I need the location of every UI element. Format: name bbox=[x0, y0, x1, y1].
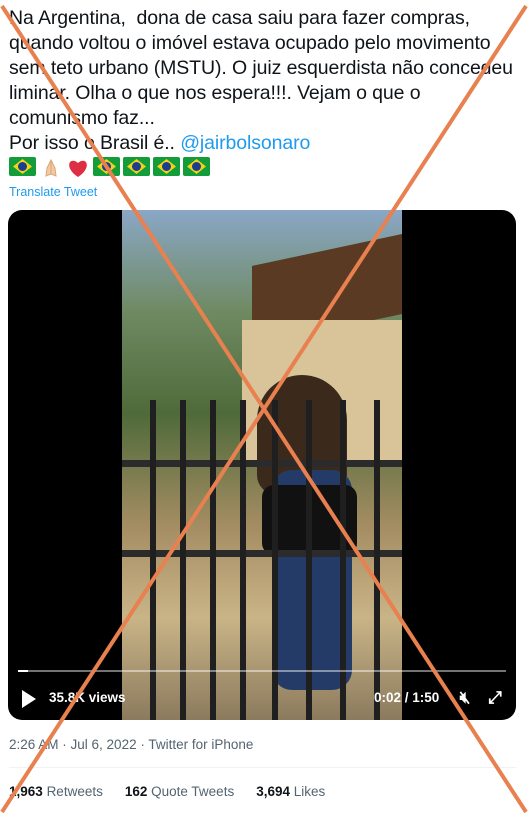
brazil-flag-icon bbox=[93, 157, 120, 176]
quotes-count: 162 bbox=[124, 784, 148, 799]
separator: · bbox=[136, 737, 149, 752]
likes-label: Likes bbox=[293, 784, 326, 799]
likes-count: 3,694 bbox=[256, 784, 290, 799]
video-progress-bar[interactable] bbox=[18, 670, 506, 672]
view-count: 35.8K views bbox=[49, 690, 126, 705]
quotes-label: Quote Tweets bbox=[151, 784, 235, 799]
retweets-count: 1,963 bbox=[9, 784, 43, 799]
video-time: 0:02 / 1:50 bbox=[374, 690, 440, 705]
translate-tweet-link[interactable]: Translate Tweet bbox=[9, 185, 97, 199]
mention-link[interactable]: @jairbolsonaro bbox=[180, 132, 310, 154]
brazil-flag-icon bbox=[123, 157, 150, 176]
red-heart-icon bbox=[66, 157, 90, 179]
video-controls: 35.8K views 0:02 / 1:50 🔇︎ ⤢ bbox=[8, 684, 516, 714]
brazil-flag-icon bbox=[153, 157, 180, 176]
brazil-flag-icon bbox=[9, 157, 36, 176]
fullscreen-icon[interactable]: ⤢ bbox=[484, 687, 506, 709]
tweet-date[interactable]: Jul 6, 2022 bbox=[71, 737, 137, 752]
quote-tweets-stat[interactable]: 162 Quote Tweets bbox=[125, 784, 234, 799]
tweet-source: Twitter for iPhone bbox=[148, 737, 254, 752]
tweet-text: Na Argentina, dona de casa saiu para faz… bbox=[9, 6, 521, 156]
mute-icon[interactable]: 🔇︎ bbox=[454, 687, 476, 709]
retweets-stat[interactable]: 1,963 Retweets bbox=[9, 784, 103, 799]
tweet-meta: 2:26 AM · Jul 6, 2022 · Twitter for iPho… bbox=[9, 737, 253, 752]
tweet-time[interactable]: 2:26 AM bbox=[9, 737, 59, 752]
divider bbox=[9, 767, 516, 768]
folded-hands-icon bbox=[39, 157, 63, 179]
brazil-flag-icon bbox=[183, 157, 210, 176]
video-player[interactable]: 35.8K views 0:02 / 1:50 🔇︎ ⤢ bbox=[8, 210, 516, 720]
emoji-row bbox=[9, 157, 210, 179]
play-icon[interactable] bbox=[22, 690, 36, 708]
tweet-stats: 1,963 Retweets 162 Quote Tweets 3,694 Li… bbox=[9, 784, 325, 799]
separator: · bbox=[58, 737, 71, 752]
retweets-label: Retweets bbox=[46, 784, 103, 799]
video-frame bbox=[122, 210, 402, 720]
likes-stat[interactable]: 3,694 Likes bbox=[256, 784, 325, 799]
gate-image bbox=[122, 400, 402, 720]
